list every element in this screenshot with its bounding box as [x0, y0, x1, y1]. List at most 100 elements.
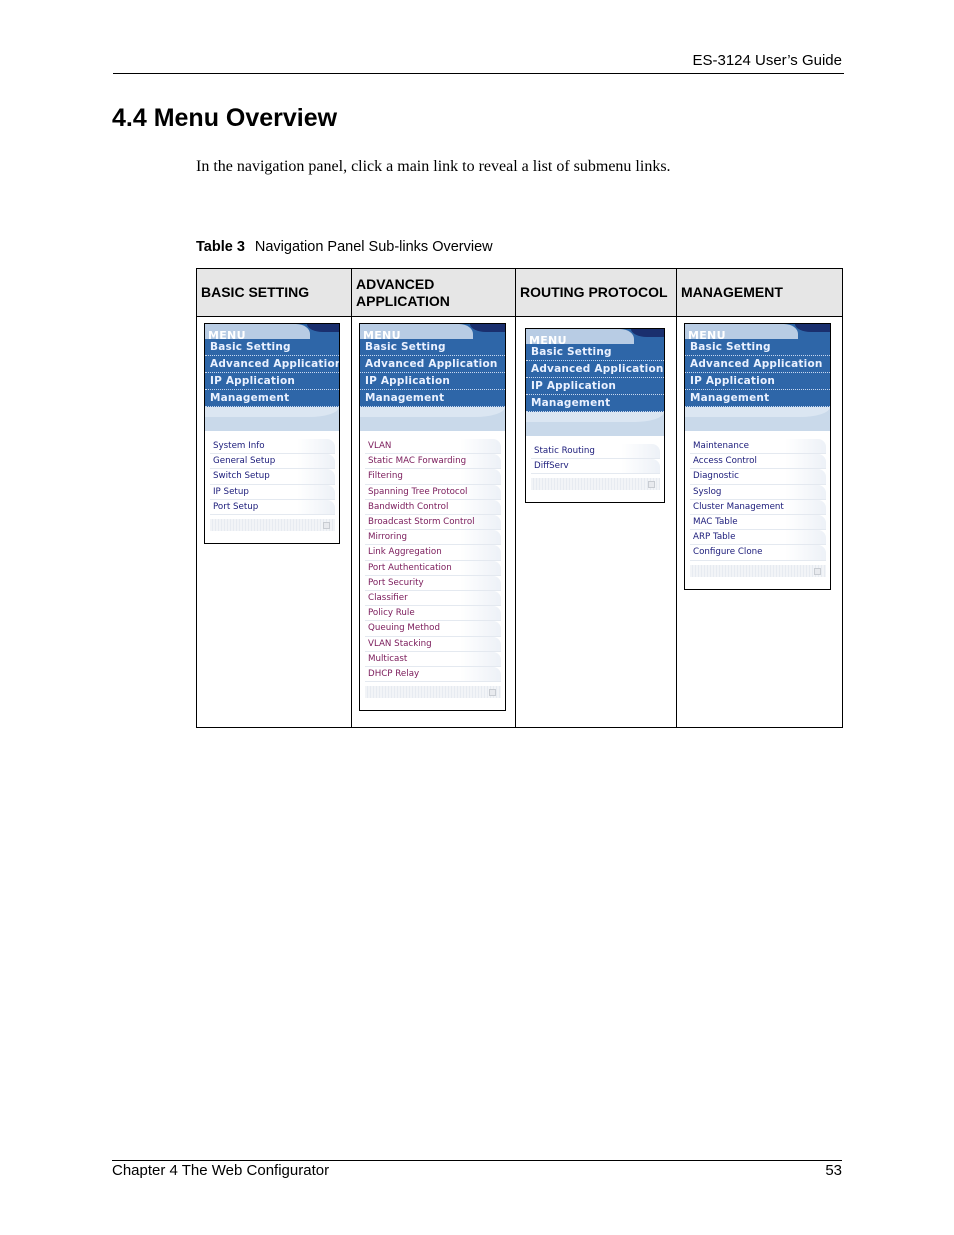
submenu-link[interactable]: Port Setup [210, 499, 335, 516]
submenu-link[interactable]: IP Setup [210, 484, 335, 500]
menu-main-link[interactable]: Basic Setting [360, 339, 505, 356]
menu-footer [210, 519, 335, 532]
menu-divider [205, 407, 339, 431]
menu-main-link[interactable]: Advanced Application [526, 361, 664, 378]
menu-main-link[interactable]: Basic Setting [526, 344, 664, 361]
submenu-link[interactable]: Configure Clone [690, 545, 826, 561]
menu-main-link[interactable]: Basic Setting [685, 339, 830, 356]
table-caption-text: Navigation Panel Sub-links Overview [254, 239, 493, 255]
submenu-link[interactable]: Port Security [365, 575, 501, 592]
routing-protocol-cell: MENU Basic Setting Advanced Application IP … [515, 316, 677, 728]
menu-main-link[interactable]: Management [205, 390, 339, 407]
menu-footer [365, 686, 501, 699]
table-header-row: BASIC SETTING ADVANCED APPLICATION ROUTI… [196, 268, 843, 317]
header-rule [113, 73, 844, 74]
submenu-link[interactable]: Classifier [365, 591, 501, 607]
submenu-link[interactable]: VLAN Stacking [365, 636, 501, 652]
table-row: MENU Basic Setting Advanced Application IP … [196, 316, 843, 728]
submenu-list: Maintenance Access Control Diagnostic Syslo… [685, 431, 830, 565]
menu-footer [531, 478, 660, 491]
menu-bottom-space [205, 531, 339, 544]
resize-grip-icon [814, 567, 821, 575]
navigation-sublinks-table: BASIC SETTING ADVANCED APPLICATION ROUTI… [196, 268, 843, 728]
submenu-list: Static Routing DiffServ [526, 436, 664, 479]
management-cell: MENU Basic Setting Advanced Application IP … [676, 316, 843, 728]
submenu-link[interactable]: Multicast [365, 651, 501, 668]
submenu-link[interactable]: Spanning Tree Protocol [365, 484, 501, 500]
intro-paragraph: In the navigation panel, click a main li… [196, 158, 671, 175]
column-header: ROUTING PROTOCOL [515, 268, 677, 317]
menu-main-link[interactable]: Advanced Application [685, 356, 830, 373]
menu-header: MENU [205, 324, 339, 339]
menu-title: MENU [529, 334, 567, 344]
resize-grip-icon [489, 689, 496, 697]
footer-rule [112, 1160, 842, 1161]
column-header: ADVANCED APPLICATION [351, 268, 516, 317]
menu-main-link[interactable]: Management [526, 395, 664, 412]
submenu-link[interactable]: Maintenance [690, 439, 826, 455]
resize-grip-icon [648, 481, 655, 489]
menu-main-link[interactable]: IP Application [526, 378, 664, 395]
submenu-link[interactable]: Access Control [690, 454, 826, 470]
submenu-link[interactable]: DiffServ [531, 459, 660, 475]
menu-bottom-space [360, 698, 505, 711]
submenu-link[interactable]: Filtering [365, 469, 501, 485]
submenu-link[interactable]: Queuing Method [365, 621, 501, 637]
menu-main-link[interactable]: Advanced Application [205, 356, 339, 373]
menu-main-link[interactable]: Management [360, 390, 505, 407]
menu-main-link[interactable]: Basic Setting [205, 339, 339, 356]
menu-header: MENU [360, 324, 505, 339]
submenu-link[interactable]: Cluster Management [690, 499, 826, 516]
menu-main-link[interactable]: IP Application [360, 373, 505, 390]
submenu-link[interactable]: Syslog [690, 484, 826, 500]
menu-main-link[interactable]: IP Application [685, 373, 830, 390]
menu-title: MENU [363, 329, 401, 339]
menu-title: MENU [208, 329, 246, 339]
submenu-link[interactable]: Mirroring [365, 530, 501, 546]
menu-header: MENU [685, 324, 830, 339]
menu-main-section: MENU Basic Setting Advanced Application IP … [526, 329, 664, 412]
submenu-link[interactable]: Bandwidth Control [365, 499, 501, 516]
menu-main-section: MENU Basic Setting Advanced Application IP … [360, 324, 505, 407]
submenu-link[interactable]: MAC Table [690, 515, 826, 531]
submenu-link[interactable]: Static Routing [531, 444, 660, 460]
menu-title: MENU [688, 329, 726, 339]
menu-bottom-space [526, 490, 664, 503]
submenu-link[interactable]: ARP Table [690, 530, 826, 546]
submenu-list: System Info General Setup Switch Setup IP S… [205, 431, 339, 520]
submenu-link[interactable]: Static MAC Forwarding [365, 454, 501, 470]
menu-panel-routing-protocol: MENU Basic Setting Advanced Application IP … [525, 328, 665, 504]
submenu-link[interactable]: VLAN [365, 439, 501, 455]
menu-main-link[interactable]: Advanced Application [360, 356, 505, 373]
submenu-list: VLAN Static MAC Forwarding Filtering Spanni… [360, 431, 505, 687]
submenu-link[interactable]: Port Authentication [365, 560, 501, 576]
menu-bottom-space [685, 576, 830, 589]
submenu-link[interactable]: General Setup [210, 454, 335, 470]
submenu-link[interactable]: Broadcast Storm Control [365, 515, 501, 531]
section-title: 4.4 Menu Overview [112, 104, 338, 132]
column-header: BASIC SETTING [196, 268, 352, 317]
menu-main-section: MENU Basic Setting Advanced Application IP … [685, 324, 830, 407]
menu-panel-management: MENU Basic Setting Advanced Application IP … [684, 323, 831, 590]
submenu-link[interactable]: Policy Rule [365, 606, 501, 622]
column-header: MANAGEMENT [676, 268, 843, 317]
menu-main-link[interactable]: Management [685, 390, 830, 407]
menu-divider [526, 412, 664, 436]
menu-panel-advanced-application: MENU Basic Setting Advanced Application IP … [359, 323, 506, 712]
basic-setting-cell: MENU Basic Setting Advanced Application IP … [196, 316, 352, 728]
submenu-link[interactable]: Diagnostic [690, 469, 826, 485]
menu-panel-basic-setting: MENU Basic Setting Advanced Application IP … [204, 323, 340, 545]
table-caption-label: Table 3 [196, 239, 245, 255]
submenu-link[interactable]: Link Aggregation [365, 545, 501, 561]
footer-chapter: Chapter 4 The Web Configurator [112, 1162, 330, 1179]
menu-main-section: MENU Basic Setting Advanced Application IP … [205, 324, 339, 407]
menu-divider [685, 407, 830, 431]
menu-divider [360, 407, 505, 431]
submenu-link[interactable]: Switch Setup [210, 469, 335, 485]
submenu-link[interactable]: DHCP Relay [365, 667, 501, 683]
table-caption: Table 3 Navigation Panel Sub-links Overvi… [196, 239, 493, 255]
submenu-link[interactable]: System Info [210, 439, 335, 455]
advanced-application-cell: MENU Basic Setting Advanced Application IP … [351, 316, 516, 728]
menu-header: MENU [526, 329, 664, 344]
menu-main-link[interactable]: IP Application [205, 373, 339, 390]
